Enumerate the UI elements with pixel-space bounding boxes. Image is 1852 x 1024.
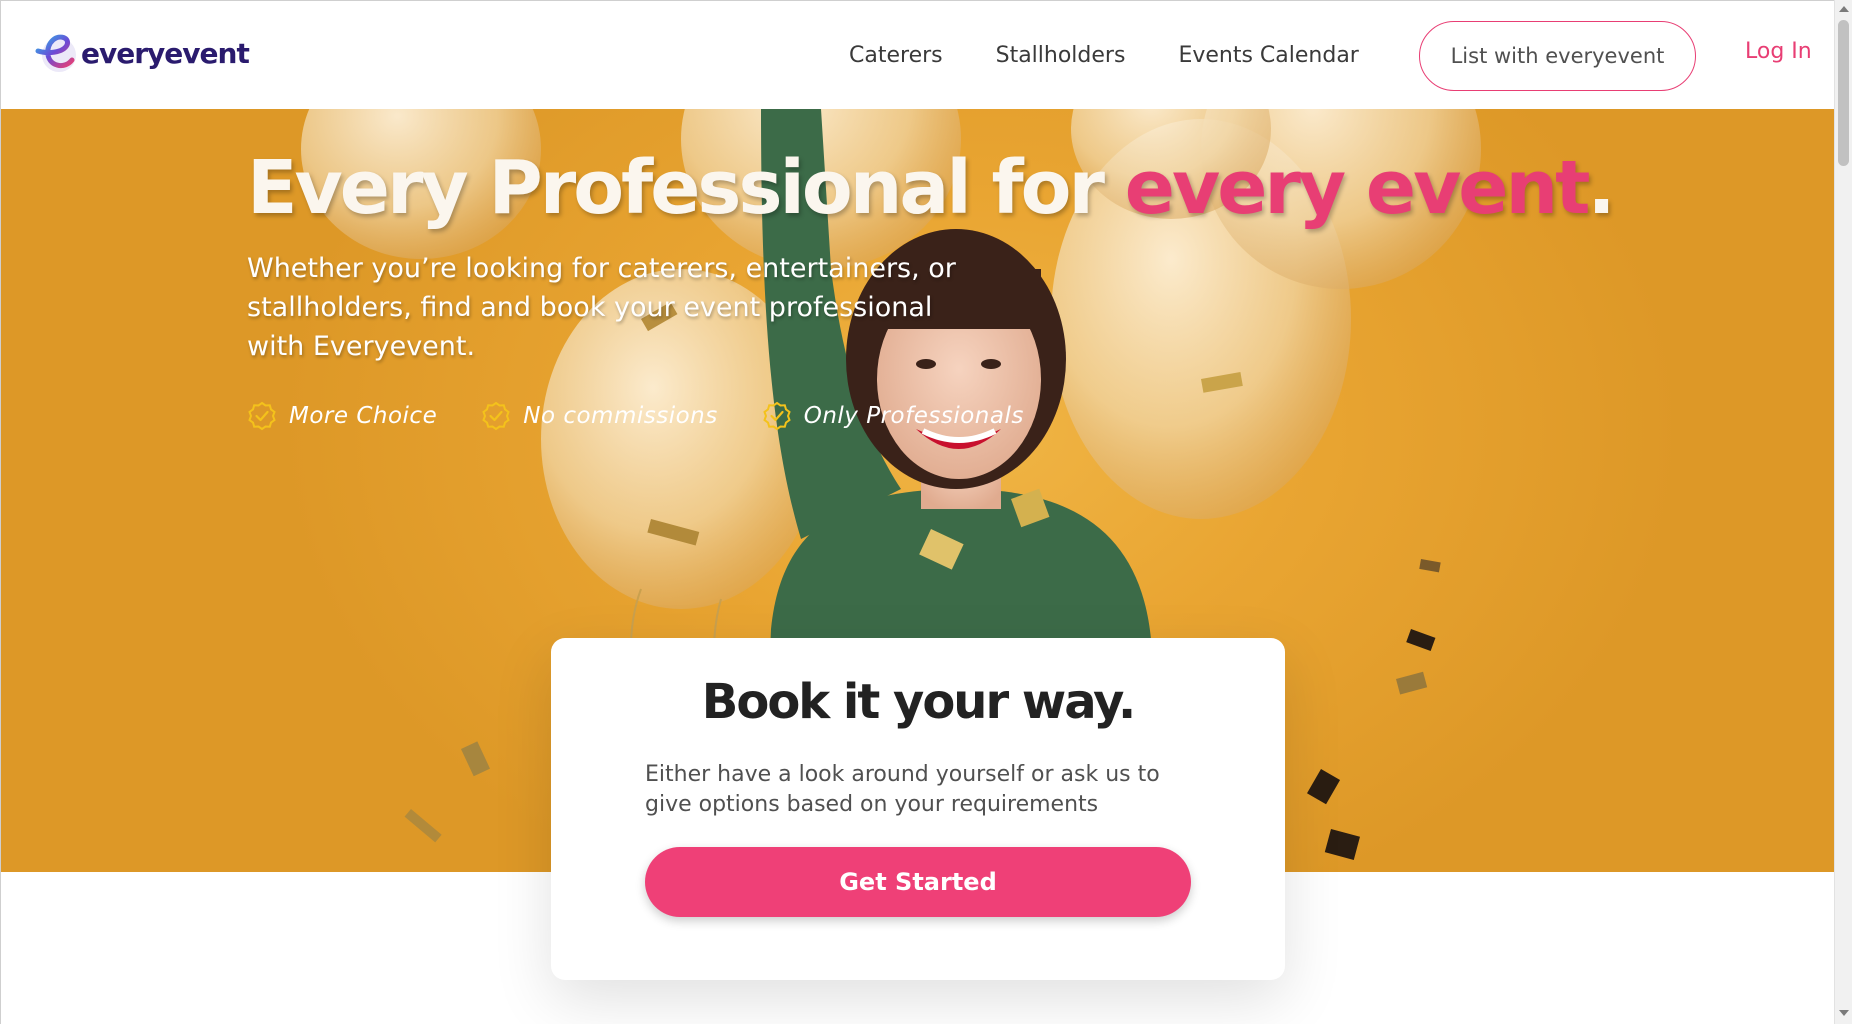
get-started-button[interactable]: Get Started bbox=[645, 847, 1191, 917]
booking-card: Book it your way. Either have a look aro… bbox=[551, 638, 1285, 980]
feature-item: Only Professionals bbox=[762, 401, 1024, 431]
feature-label: No commissions bbox=[523, 403, 718, 429]
nav-link-stallholders[interactable]: Stallholders bbox=[996, 43, 1126, 68]
hero-subtext: Whether you’re looking for caterers, ent… bbox=[247, 253, 956, 362]
headline-main: Every Professional for bbox=[247, 145, 1125, 231]
brand-logo[interactable]: everyevent bbox=[33, 31, 250, 75]
login-link[interactable]: Log In bbox=[1745, 39, 1812, 64]
scroll-up-arrow-icon[interactable] bbox=[1839, 6, 1849, 12]
feature-list: More Choice No commissions Only Professi… bbox=[247, 401, 1068, 431]
list-with-everyevent-button[interactable]: List with everyevent bbox=[1419, 21, 1696, 91]
card-title: Book it your way. bbox=[701, 674, 1136, 730]
site-header: everyevent Caterers Stallholders Events … bbox=[1, 1, 1834, 109]
page-scrollbar[interactable] bbox=[1834, 0, 1852, 1024]
check-badge-icon bbox=[763, 401, 791, 431]
brand-name: everyevent bbox=[81, 36, 250, 70]
nav-link-caterers[interactable]: Caterers bbox=[849, 43, 943, 68]
main-nav: Caterers Stallholders Events Calendar bbox=[849, 1, 1412, 109]
page: everyevent Caterers Stallholders Events … bbox=[0, 0, 1834, 1024]
hero-headline: Every Professional for every event. bbox=[247, 145, 1616, 231]
scroll-thumb[interactable] bbox=[1838, 20, 1849, 166]
feature-item: No commissions bbox=[481, 401, 718, 431]
feature-label: Only Professionals bbox=[803, 403, 1024, 429]
check-badge-icon bbox=[248, 401, 276, 431]
card-description: Either have a look around yourself or as… bbox=[645, 762, 1160, 817]
check-badge-icon bbox=[482, 401, 510, 431]
nav-link-events-calendar[interactable]: Events Calendar bbox=[1178, 43, 1358, 68]
feature-label: More Choice bbox=[289, 403, 438, 429]
feature-item: More Choice bbox=[247, 401, 437, 431]
logo-icon bbox=[35, 34, 76, 72]
headline-end: . bbox=[1587, 145, 1616, 231]
scroll-down-arrow-icon[interactable] bbox=[1839, 1010, 1849, 1016]
headline-accent: every event bbox=[1124, 145, 1591, 231]
